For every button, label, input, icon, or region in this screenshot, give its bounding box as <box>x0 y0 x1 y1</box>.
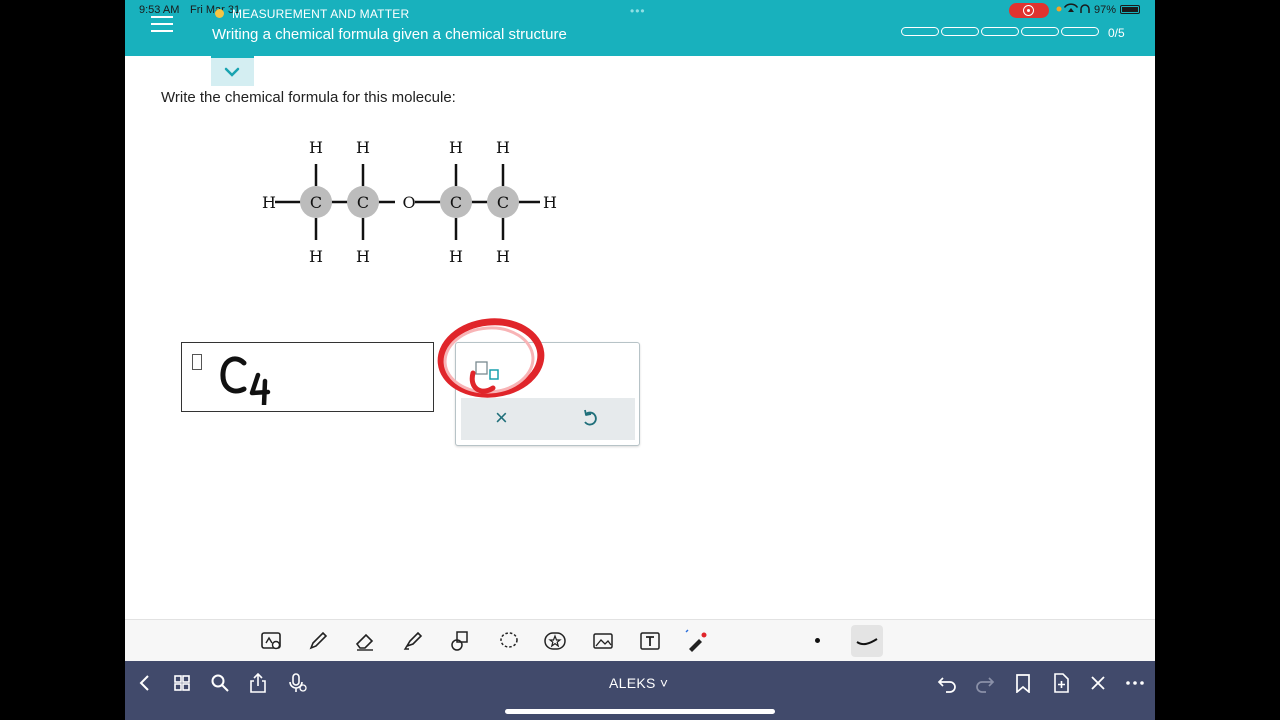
wifi-icon <box>1055 3 1091 18</box>
atom-label: O <box>402 193 415 212</box>
atom-label: H <box>356 138 370 157</box>
progress-segment <box>941 27 979 36</box>
scan-text-icon[interactable] <box>259 629 283 653</box>
atom-label: C <box>497 193 509 212</box>
battery-icon <box>1120 5 1140 14</box>
screen-recording-icon[interactable] <box>1009 3 1049 18</box>
progress-segment <box>981 27 1019 36</box>
atom-label: H <box>543 193 557 212</box>
atom-label: H <box>449 138 463 157</box>
atom-label: H <box>449 247 463 266</box>
stroke-style-button[interactable] <box>851 625 883 657</box>
text-box-icon[interactable] <box>638 629 662 653</box>
atom-label: H <box>496 247 510 266</box>
atom-label: C <box>310 193 322 212</box>
lasso-icon[interactable] <box>497 629 521 653</box>
home-indicator <box>505 709 775 714</box>
undo-icon[interactable] <box>937 673 957 693</box>
app-bottom-bar: ALEKS ˅ <box>125 661 1155 720</box>
search-icon[interactable] <box>210 673 230 693</box>
chevron-down-icon <box>224 67 240 77</box>
status-time: 9:53 AM <box>139 4 180 16</box>
molecule-structure: H C C O C C H H H H H H H H H <box>262 138 557 266</box>
stroke-size-dot[interactable] <box>815 638 820 643</box>
sticker-icon[interactable] <box>543 629 567 653</box>
palette-actions: × <box>461 398 635 440</box>
highlighter-icon[interactable] <box>401 629 425 653</box>
header-bar: 9:53 AM Fri Mar 31 MEASUREMENT AND MATTE… <box>125 0 1155 56</box>
clear-button[interactable]: × <box>495 407 508 429</box>
grid-icon[interactable] <box>172 673 192 693</box>
atom-label: C <box>450 193 462 212</box>
answer-input[interactable] <box>181 342 434 412</box>
atom-label: H <box>262 193 276 212</box>
back-icon[interactable] <box>135 673 155 693</box>
atom-label: C <box>357 193 369 212</box>
app-title[interactable]: ALEKS ˅ <box>609 675 668 691</box>
shapes-icon[interactable] <box>449 629 473 653</box>
progress-bar <box>901 27 1099 36</box>
recording-dot-icon <box>215 9 224 18</box>
progress-segment <box>1021 27 1059 36</box>
bookmark-icon[interactable] <box>1013 673 1033 693</box>
menu-icon[interactable] <box>151 16 173 32</box>
atom-label: H <box>309 138 323 157</box>
app-screen: 9:53 AM Fri Mar 31 MEASUREMENT AND MATTE… <box>125 0 1155 720</box>
battery-percent: 97% <box>1094 4 1117 16</box>
atom-label: H <box>356 247 370 266</box>
laser-pointer-icon[interactable] <box>685 629 709 653</box>
share-icon[interactable] <box>248 673 268 693</box>
atom-label: H <box>309 247 323 266</box>
input-cursor-box <box>192 354 202 370</box>
atom-label: H <box>496 138 510 157</box>
redo-icon[interactable] <box>975 673 995 693</box>
annotation-toolbar <box>125 619 1155 661</box>
add-page-icon[interactable] <box>1051 673 1071 693</box>
pen-icon[interactable] <box>306 629 330 653</box>
close-icon[interactable] <box>1088 673 1108 693</box>
undo-icon[interactable] <box>581 408 599 428</box>
progress-count: 0/5 <box>1108 26 1125 40</box>
more-dots-icon[interactable]: ••• <box>630 4 646 18</box>
collapse-toggle[interactable] <box>211 56 254 86</box>
image-icon[interactable] <box>591 629 615 653</box>
lesson-title: Writing a chemical formula given a chemi… <box>212 26 567 43</box>
progress-segment <box>1061 27 1099 36</box>
eraser-icon[interactable] <box>353 629 377 653</box>
topic-category: MEASUREMENT AND MATTER <box>232 7 410 21</box>
handwritten-entry <box>220 356 271 405</box>
progress-segment <box>901 27 939 36</box>
more-icon[interactable] <box>1125 673 1145 693</box>
stroke-curve-icon <box>856 638 878 646</box>
annotation-circle <box>437 318 545 398</box>
question-prompt: Write the chemical formula for this mole… <box>161 89 456 106</box>
microphone-icon[interactable] <box>288 673 308 693</box>
